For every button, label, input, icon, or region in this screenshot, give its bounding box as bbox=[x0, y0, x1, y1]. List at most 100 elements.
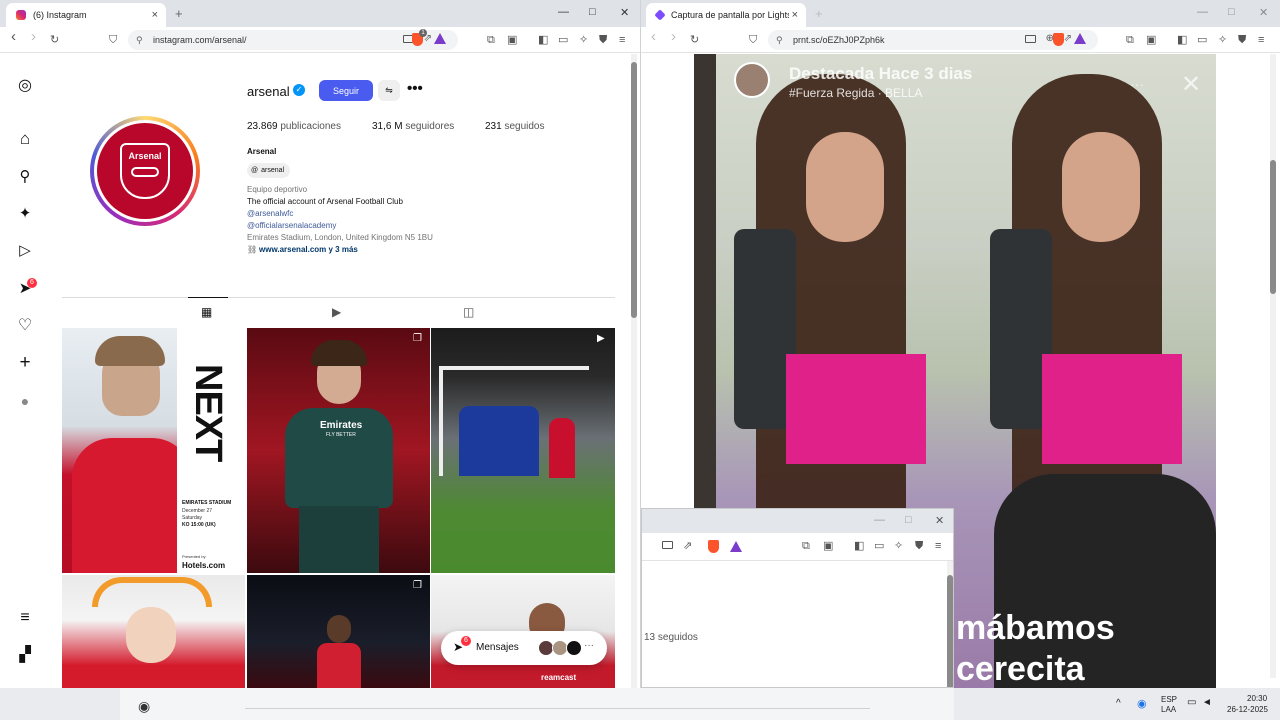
follow-button[interactable]: Seguir bbox=[319, 80, 373, 101]
scrollbar-thumb[interactable] bbox=[631, 62, 637, 318]
profile-avatar[interactable]: Arsenal bbox=[90, 116, 200, 226]
share-icon[interactable]: ⇗ bbox=[683, 539, 692, 553]
new-tab-icon[interactable]: + bbox=[815, 6, 823, 21]
home-icon[interactable]: ⌂ bbox=[17, 130, 33, 147]
page-scrollbar[interactable] bbox=[1270, 54, 1276, 678]
menu-icon[interactable]: ≡ bbox=[1258, 33, 1264, 47]
tab-close-icon[interactable]: × bbox=[152, 9, 158, 21]
minimize-icon[interactable]: — bbox=[1197, 6, 1208, 18]
cast-icon[interactable] bbox=[1025, 35, 1036, 43]
posts-count[interactable]: 23.869 publicaciones bbox=[247, 121, 341, 132]
mention-academy[interactable]: @officialarsenalacademy bbox=[247, 221, 336, 230]
network-icon[interactable]: ▭ bbox=[1187, 697, 1196, 708]
post-tile-4[interactable] bbox=[62, 575, 245, 688]
scrollbar-thumb[interactable] bbox=[1270, 160, 1276, 294]
more-conversations-icon[interactable]: ··· bbox=[584, 640, 594, 651]
threads-badge[interactable]: @ arsenal bbox=[247, 163, 291, 178]
menu-icon[interactable]: ≡ bbox=[619, 33, 625, 47]
bookmark-icon[interactable]: ⛉ bbox=[109, 33, 117, 47]
tagged-tab-icon[interactable]: ◫ bbox=[463, 305, 474, 319]
close-window-icon[interactable]: ✕ bbox=[1259, 6, 1268, 19]
suggested-accounts-button[interactable]: ⇋ bbox=[378, 80, 400, 101]
brave-shields-icon[interactable] bbox=[1053, 33, 1064, 46]
share-icon[interactable]: ⇗ bbox=[1064, 33, 1072, 44]
new-tab-icon[interactable]: + bbox=[175, 6, 183, 21]
maximize-icon[interactable]: □ bbox=[589, 6, 596, 18]
reload-icon[interactable]: ↻ bbox=[690, 33, 699, 47]
site-info-icon[interactable]: ⚲ bbox=[136, 35, 143, 46]
sidebar-icon[interactable]: ◧ bbox=[538, 33, 548, 47]
scrollbar-thumb[interactable] bbox=[947, 575, 953, 687]
options-icon[interactable]: ••• bbox=[407, 80, 423, 98]
brave-rewards-icon[interactable] bbox=[730, 541, 742, 552]
notifications-icon[interactable]: ♡ bbox=[17, 318, 33, 334]
vpn-icon[interactable]: ⛊ bbox=[915, 539, 923, 553]
mention-arsenalwfc[interactable]: @arsenalwfc bbox=[247, 209, 293, 218]
minimize-icon[interactable]: — bbox=[558, 6, 569, 18]
back-icon[interactable]: ‹ bbox=[11, 29, 16, 44]
followers-count[interactable]: 31,6 M seguidores bbox=[372, 121, 454, 132]
clock-time[interactable]: 20:30 bbox=[1247, 694, 1267, 703]
tray-chevron-icon[interactable]: ^ bbox=[1116, 698, 1121, 709]
following-count[interactable]: 231 seguidos bbox=[485, 121, 545, 132]
reload-icon[interactable]: ↻ bbox=[50, 33, 59, 47]
minimize-icon[interactable]: — bbox=[874, 514, 885, 526]
leo-ai-icon[interactable]: ✧ bbox=[894, 539, 903, 553]
menu-icon[interactable]: ≡ bbox=[935, 539, 941, 553]
close-window-icon[interactable]: ✕ bbox=[620, 6, 629, 19]
screenshot-icon[interactable]: ▣ bbox=[823, 539, 833, 553]
post-tile-2[interactable]: Emirates FLY BETTER ❐ bbox=[247, 328, 430, 573]
screenshot-icon[interactable]: ▣ bbox=[507, 33, 517, 47]
extensions-icon[interactable]: ⧉ bbox=[487, 33, 495, 47]
address-bar[interactable]: ⚲ prnt.sc/oEZhJ0PZph6k ⊕ ⇗ bbox=[768, 30, 1098, 50]
input-language[interactable]: ESP bbox=[1161, 695, 1177, 704]
page-scrollbar[interactable] bbox=[631, 54, 637, 688]
site-info-icon[interactable]: ⚲ bbox=[776, 35, 783, 46]
leo-ai-icon[interactable]: ✧ bbox=[1218, 33, 1227, 47]
maximize-icon[interactable]: □ bbox=[1228, 6, 1235, 18]
instagram-logo-icon[interactable]: ◎ bbox=[17, 78, 33, 94]
back-icon[interactable]: ‹ bbox=[651, 29, 656, 44]
messages-pill[interactable]: ➤ 6 Mensajes ··· bbox=[441, 631, 607, 665]
sidebar-icon[interactable]: ◧ bbox=[1177, 33, 1187, 47]
microphone-icon[interactable]: ◉ bbox=[1137, 697, 1147, 710]
tab-close-icon[interactable]: × bbox=[792, 9, 798, 21]
brave-shields-icon[interactable] bbox=[708, 540, 719, 553]
browser-taskbar-icon[interactable]: ◉ bbox=[138, 698, 150, 715]
post-tile-1[interactable]: NEXT EMIRATES STADIUM December 27 Saturd… bbox=[62, 328, 245, 573]
brave-rewards-icon[interactable] bbox=[1074, 33, 1086, 44]
forward-icon[interactable]: › bbox=[31, 29, 36, 44]
maximize-icon[interactable]: □ bbox=[905, 514, 912, 526]
background-browser-window[interactable]: — □ ✕ ⇗ ⧉ ▣ ◧ ▭ ✧ ⛊ ≡ 13 seguidos bbox=[641, 508, 954, 688]
forward-icon[interactable]: › bbox=[671, 29, 676, 44]
tab-instagram[interactable]: (6) Instagram × bbox=[6, 3, 166, 27]
tab-lightshot[interactable]: Captura de pantalla por Lightsh × bbox=[646, 3, 806, 27]
post-tile-5[interactable]: ❐ bbox=[247, 575, 430, 688]
extensions-icon[interactable]: ⧉ bbox=[802, 539, 810, 553]
following-count[interactable]: 13 seguidos bbox=[644, 632, 698, 643]
screenshot-icon[interactable]: ▣ bbox=[1146, 33, 1156, 47]
clock-date[interactable]: 26-12-2025 bbox=[1227, 705, 1268, 714]
popup-scrollbar[interactable] bbox=[947, 561, 953, 687]
explore-icon[interactable]: ✦ bbox=[17, 206, 33, 222]
wallet-icon[interactable]: ▭ bbox=[1197, 33, 1207, 47]
brave-rewards-icon[interactable] bbox=[434, 33, 446, 44]
extensions-icon[interactable]: ⧉ bbox=[1126, 33, 1134, 47]
search-icon[interactable]: ⚲ bbox=[17, 169, 33, 185]
profile-link[interactable]: www.arsenal.com y 3 más bbox=[259, 245, 358, 254]
volume-icon[interactable]: ◄ bbox=[1202, 697, 1212, 708]
post-tile-3[interactable]: ▶ bbox=[431, 328, 615, 573]
wallet-icon[interactable]: ▭ bbox=[558, 33, 568, 47]
sidebar-icon[interactable]: ◧ bbox=[854, 539, 864, 553]
profile-avatar-icon[interactable]: ● bbox=[17, 393, 33, 409]
input-region[interactable]: LAA bbox=[1161, 705, 1176, 714]
meta-apps-icon[interactable]: ▞ bbox=[17, 647, 33, 663]
vpn-icon[interactable]: ⛊ bbox=[599, 33, 607, 47]
leo-ai-icon[interactable]: ✧ bbox=[579, 33, 588, 47]
cast-icon[interactable] bbox=[662, 541, 673, 549]
address-bar[interactable]: ⚲ instagram.com/arsenal/ ⇗ bbox=[128, 30, 458, 50]
vpn-icon[interactable]: ⛊ bbox=[1238, 33, 1246, 47]
more-menu-icon[interactable]: ≡ bbox=[17, 610, 33, 626]
posts-grid-tab-icon[interactable]: ▦ bbox=[201, 305, 212, 319]
bookmark-icon[interactable]: ⛉ bbox=[749, 33, 757, 47]
